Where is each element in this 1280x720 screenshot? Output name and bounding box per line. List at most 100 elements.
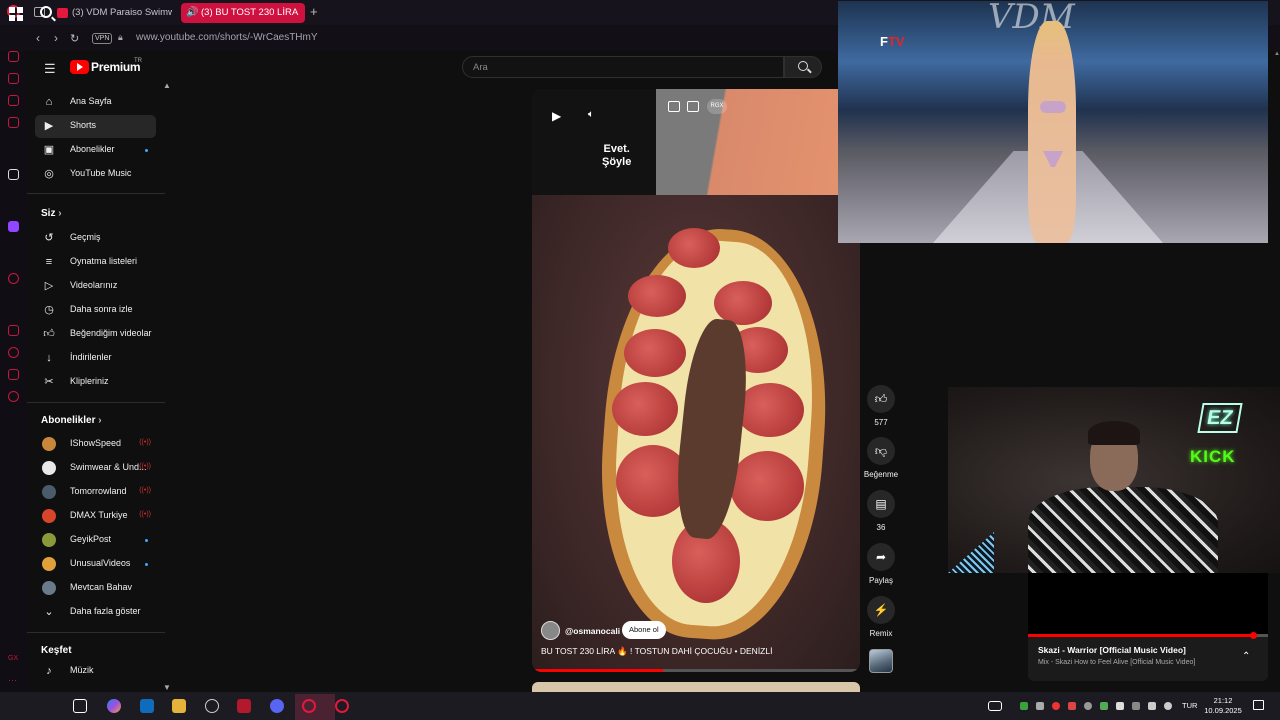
scroll-up-icon[interactable]: ▲ <box>1274 51 1280 57</box>
you-heading[interactable]: Siz › <box>41 208 62 219</box>
twitch-icon[interactable] <box>8 221 19 232</box>
player-icon[interactable] <box>8 273 19 284</box>
chevron-up-icon[interactable]: ⌃ <box>1242 651 1250 662</box>
tray-app-icon[interactable] <box>1100 702 1108 710</box>
miniplayer-progress-bar[interactable] <box>1028 632 1268 639</box>
share-button[interactable]: ➦ Paylaş <box>867 543 895 585</box>
shorts-player[interactable]: Evet. Şöyle ▶ 🔈︎ RGX @osmanocali Abone o… <box>532 89 860 672</box>
opera-sidebar-icon[interactable] <box>8 325 19 336</box>
keyboard-icon[interactable] <box>988 701 1002 711</box>
sidebar-item-clips[interactable]: ✂ Klipleriniz <box>35 371 156 394</box>
taskbar-clock[interactable]: 21:12 10.09.2025 <box>1200 696 1246 716</box>
microphone-icon[interactable] <box>1116 702 1124 710</box>
sidebar-sub-geyikpost[interactable]: GeyikPost <box>35 529 156 552</box>
copilot-icon[interactable] <box>107 699 121 713</box>
sidebar-sub-mevtcan[interactable]: Mevtcan Bahav <box>35 577 156 600</box>
clock-app-icon[interactable] <box>205 699 219 713</box>
gx-icon[interactable]: GX <box>8 655 19 666</box>
url-field[interactable]: www.youtube.com/shorts/-WrCaesTHmY <box>136 32 318 43</box>
lock-icon[interactable]: 🔒︎ <box>118 32 123 43</box>
sidebar-item-playlists[interactable]: ≡ Oynatma listeleri <box>35 251 156 274</box>
page-scrollbar[interactable]: ▲ <box>1272 51 1280 692</box>
forward-icon[interactable]: › <box>54 31 58 45</box>
volume-icon[interactable] <box>1164 702 1172 710</box>
new-tab-button[interactable]: + <box>310 4 318 19</box>
opera-sidebar-icon[interactable] <box>8 95 19 106</box>
more-icon[interactable]: ··· <box>8 675 19 686</box>
search-input[interactable]: Ara <box>462 56 784 78</box>
tray-app-icon[interactable] <box>1052 702 1060 710</box>
opera-sidebar-icon[interactable] <box>8 51 19 62</box>
reload-icon[interactable]: ↻ <box>70 32 79 45</box>
miniplayer-video[interactable] <box>1028 573 1268 634</box>
voicemeeter-icon[interactable] <box>237 699 251 713</box>
chevron-up-icon[interactable]: ▲ <box>163 81 171 90</box>
tray-app-icon[interactable] <box>1084 702 1092 710</box>
opera-sidebar-icon[interactable] <box>8 73 19 84</box>
show-more-button[interactable]: ⌄ Daha fazla göster <box>35 601 156 624</box>
sound-thumbnail[interactable] <box>869 649 893 673</box>
scroll-down-icon[interactable]: ▼ <box>163 683 171 692</box>
sidebar-sub-dmax[interactable]: DMAX Turkiye ((•)) <box>35 505 156 528</box>
opera-sidebar-icon[interactable] <box>8 369 19 380</box>
tray-app-icon[interactable] <box>1132 702 1140 710</box>
tab-bu-tost[interactable]: 🔊 (3) BU TOST 230 LİRA <box>181 3 305 23</box>
miniplayer-icon[interactable] <box>668 101 680 112</box>
settings-icon[interactable] <box>8 391 19 402</box>
like-button[interactable]: 👍︎ 577 <box>867 385 895 427</box>
sidebar-sub-unusualvideos[interactable]: UnusualVideos <box>35 553 156 576</box>
network-icon[interactable] <box>1148 702 1156 710</box>
taskbar-search-icon[interactable] <box>40 6 52 18</box>
windows-start-icon[interactable] <box>9 7 23 21</box>
channel-name[interactable]: @osmanocali <box>565 626 620 636</box>
opera-icon[interactable] <box>335 699 349 713</box>
history-icon[interactable] <box>8 347 19 358</box>
file-explorer-icon[interactable] <box>172 699 186 713</box>
subscriptions-heading[interactable]: Abonelikler › <box>41 415 102 426</box>
sidebar-item-liked-videos[interactable]: 👍︎ Beğendiğim videolar <box>35 323 156 346</box>
volume-icon[interactable]: 🔈︎ <box>588 109 594 120</box>
discord-icon[interactable] <box>270 699 284 713</box>
sidebar-item-music[interactable]: ♪ Müzik <box>35 660 156 683</box>
tray-app-icon[interactable] <box>1036 702 1044 710</box>
outlook-icon[interactable] <box>140 699 154 713</box>
fullscreen-icon[interactable] <box>687 101 699 112</box>
dislike-button[interactable]: 👎︎ Beğenme <box>864 437 898 479</box>
play-icon[interactable]: ▶ <box>552 109 561 123</box>
task-view-icon[interactable] <box>73 699 87 713</box>
sidebar-item-youtube-music[interactable]: ◎ YouTube Music <box>35 163 156 186</box>
sidebar-sub-swimwear[interactable]: Swimwear & Und... ((•)) <box>35 457 156 480</box>
miniplayer-title[interactable]: Skazi - Warrior [Official Music Video] <box>1038 645 1186 655</box>
next-short-preview[interactable] <box>532 682 860 692</box>
video-progress-bar[interactable] <box>532 669 860 672</box>
youtube-logo-icon[interactable] <box>70 60 89 74</box>
opera-sidebar-icon[interactable] <box>8 117 19 128</box>
tray-app-icon[interactable] <box>1068 702 1076 710</box>
music-miniplayer[interactable]: Skazi - Warrior [Official Music Video] M… <box>1028 573 1268 681</box>
sidebar-item-shorts[interactable]: ▶ Shorts <box>35 115 156 138</box>
aria-icon[interactable] <box>8 169 19 180</box>
comments-button[interactable]: ▤ 36 <box>867 490 895 532</box>
youtube-logo-text[interactable]: Premium <box>91 60 141 74</box>
input-language[interactable]: TUR <box>1182 701 1197 710</box>
sidebar-item-home[interactable]: ⌂ Ana Sayfa <box>35 91 156 114</box>
runway-video-overlay[interactable]: VDM FTV <box>838 1 1268 243</box>
sidebar-sub-ishowspeed[interactable]: IShowSpeed ((•)) <box>35 433 156 456</box>
menu-icon[interactable]: ☰ <box>44 61 56 77</box>
search-button[interactable] <box>784 56 822 78</box>
short-title[interactable]: BU TOST 230 LİRA 🔥 ! TOSTUN DAHİ ÇOCUĞU … <box>541 646 772 657</box>
notification-icon[interactable] <box>1253 700 1264 710</box>
sidebar-sub-tomorrowland[interactable]: Tomorrowland ((•)) <box>35 481 156 504</box>
back-icon[interactable]: ‹ <box>36 31 40 45</box>
sidebar-item-your-videos[interactable]: ▷ Videolarınız <box>35 275 156 298</box>
tab-vdm-paraiso[interactable]: (3) VDM Paraiso Swimwear <box>52 3 172 23</box>
miniplayer-scrubber[interactable] <box>1250 632 1257 639</box>
sidebar-item-history[interactable]: ↺ Geçmiş <box>35 227 156 250</box>
tray-app-icon[interactable] <box>1020 702 1028 710</box>
channel-avatar[interactable] <box>541 621 560 640</box>
vpn-badge[interactable]: VPN <box>92 33 113 44</box>
remix-button[interactable]: ⚡ Remix <box>867 596 895 638</box>
sidebar-item-watch-later[interactable]: ◷ Daha sonra izle <box>35 299 156 322</box>
subscribe-button[interactable]: Abone ol <box>622 621 666 639</box>
rgx-badge[interactable]: RGX <box>707 99 727 114</box>
